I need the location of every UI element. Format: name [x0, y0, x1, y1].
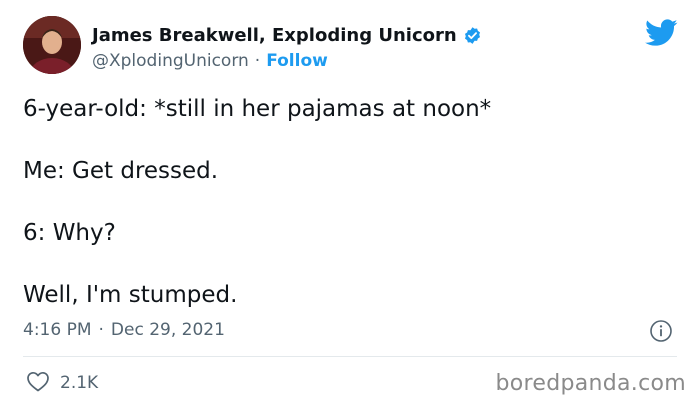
timestamp-separator: ·: [98, 320, 104, 340]
like-count: 2.1K: [60, 373, 99, 393]
author-handle[interactable]: @XplodingUnicorn: [92, 51, 249, 71]
info-icon[interactable]: [649, 319, 673, 343]
follow-button[interactable]: Follow: [266, 51, 328, 71]
handle-separator: ·: [254, 51, 261, 71]
avatar[interactable]: [23, 16, 81, 74]
heart-icon: [26, 370, 50, 396]
tweet-timestamp[interactable]: 4:16 PM · Dec 29, 2021: [23, 318, 225, 342]
tweet-text-line: Me: Get dressed.: [23, 158, 219, 184]
author-row: James Breakwell, Exploding Unicorn: [92, 22, 482, 48]
avatar-photo: [23, 16, 81, 74]
handle-row: @XplodingUnicorn · Follow: [92, 49, 328, 73]
divider: [23, 356, 677, 357]
tweet-text-line: Well, I'm stumped.: [23, 282, 238, 308]
tweet-text-line: 6: Why?: [23, 220, 116, 246]
twitter-bird-icon[interactable]: [645, 19, 678, 47]
source-watermark: boredpanda.com: [495, 371, 686, 396]
like-button[interactable]: 2.1K: [26, 371, 98, 395]
tweet-date: Dec 29, 2021: [110, 320, 225, 340]
tweet-time: 4:16 PM: [23, 320, 92, 340]
author-display-name[interactable]: James Breakwell, Exploding Unicorn: [92, 25, 457, 46]
tweet-text-line: 6-year-old: *still in her pajamas at noo…: [23, 96, 492, 122]
verified-badge-icon: [463, 26, 482, 45]
